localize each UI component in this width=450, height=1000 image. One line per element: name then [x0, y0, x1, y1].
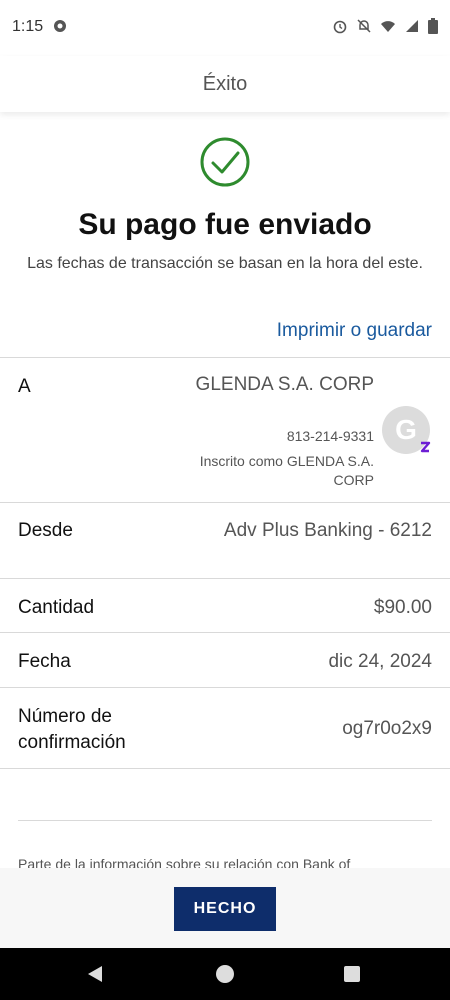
wifi-icon [381, 21, 395, 32]
divider [18, 820, 432, 821]
status-bar: 1:15 [0, 0, 450, 56]
divider [0, 632, 450, 633]
home-icon[interactable] [216, 965, 234, 983]
from-label: Desde [18, 520, 73, 541]
to-label: A [18, 376, 31, 397]
from-account: Adv Plus Banking - 6212 [223, 520, 432, 541]
page-title: Éxito [202, 72, 248, 95]
print-or-save-link[interactable]: Imprimir o guardar [277, 320, 432, 342]
back-icon[interactable] [86, 964, 104, 984]
success-headline: Su pago fue enviado [78, 208, 372, 241]
divider [0, 578, 450, 579]
success-check-icon [200, 137, 250, 187]
amount-value: $90.00 [373, 597, 432, 618]
recipient-enrolled-name: Inscrito como GLENDA S.A. CORP [199, 453, 374, 488]
confirmation-number: og7r0o2x9 [342, 718, 432, 739]
timezone-note: Las fechas de transacción se basan en la… [27, 255, 423, 272]
divider [0, 357, 450, 358]
alarm-icon [333, 20, 347, 34]
divider [0, 768, 450, 769]
divider [0, 687, 450, 688]
divider [0, 502, 450, 503]
recent-apps-icon[interactable] [344, 966, 360, 982]
zelle-icon [420, 441, 431, 453]
battery-icon [428, 18, 438, 34]
system-nav-bar [0, 948, 450, 1000]
status-time: 1:15 [12, 18, 44, 35]
confirmation-label: Número de confirmación [18, 706, 126, 753]
amount-label: Cantidad [18, 597, 95, 618]
chat-notification-icon [54, 20, 66, 32]
recipient-phone: 813-214-9331 [286, 428, 374, 444]
done-button[interactable]: HECHO [174, 887, 276, 931]
date-value: dic 24, 2024 [328, 651, 432, 672]
mute-icon [357, 19, 371, 33]
recipient-name: GLENDA S.A. CORP [195, 374, 374, 395]
date-label: Fecha [18, 651, 71, 672]
app-header: Éxito [0, 56, 450, 112]
signal-icon [406, 20, 418, 32]
status-icons [332, 18, 438, 34]
